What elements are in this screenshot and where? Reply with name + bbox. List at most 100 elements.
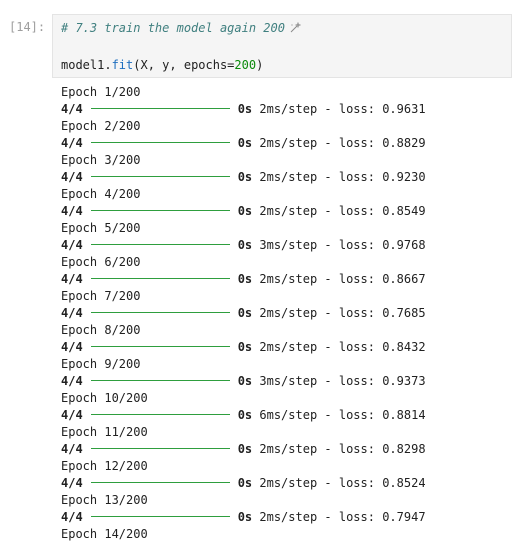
epoch-progress-line: 4/4 0s 2ms/step - loss: 0.8549	[61, 203, 511, 220]
progress-bar	[90, 516, 230, 517]
loss-value: - loss: 0.8549	[324, 204, 426, 218]
progress-bar	[90, 448, 230, 449]
loss-value: - loss: 0.9373	[324, 374, 426, 388]
code-line-fit: model1.fit(X, y, epochs=200)	[61, 58, 263, 72]
epoch-progress-line: 4/4 0s 2ms/step - loss: 0.8667	[61, 271, 511, 288]
step-rate: 2ms/step	[259, 340, 318, 354]
epoch-time: 0s	[237, 136, 253, 150]
step-count: 4/4	[61, 170, 83, 184]
code-close-paren: )	[256, 58, 264, 72]
notebook-cell: [14]: # 7.3 train the model again 200 mo…	[0, 0, 514, 542]
loss-value: - loss: 0.8829	[324, 136, 426, 150]
step-count: 4/4	[61, 374, 83, 388]
epoch-header: Epoch 13/200	[61, 493, 148, 507]
step-count: 4/4	[61, 306, 83, 320]
step-rate: 2ms/step	[259, 272, 318, 286]
step-count: 4/4	[61, 476, 83, 490]
epoch-time: 0s	[237, 306, 253, 320]
loss-value: - loss: 0.7947	[324, 510, 426, 524]
epoch-header: Epoch 9/200	[61, 357, 141, 371]
code-line-comment: # 7.3 train the model again 200	[61, 21, 301, 35]
step-count: 4/4	[61, 442, 83, 456]
epoch-time: 0s	[237, 408, 253, 422]
epoch-time: 0s	[237, 476, 253, 490]
loss-value: - loss: 0.8667	[324, 272, 426, 286]
step-rate: 2ms/step	[259, 476, 318, 490]
epoch-time: 0s	[237, 272, 253, 286]
epoch-progress-line: 4/4 0s 6ms/step - loss: 0.8814	[61, 407, 511, 424]
progress-bar	[90, 142, 230, 143]
epoch-header: Epoch 12/200	[61, 459, 148, 473]
epoch-time: 0s	[237, 238, 253, 252]
epoch-header: Epoch 7/200	[61, 289, 141, 303]
progress-bar	[90, 312, 230, 313]
progress-bar	[90, 176, 230, 177]
execution-count: [14]:	[9, 20, 46, 34]
epoch-time: 0s	[237, 374, 253, 388]
code-function: fit	[111, 58, 134, 72]
epoch-progress-line: 4/4 0s 3ms/step - loss: 0.9768	[61, 237, 511, 254]
step-rate: 2ms/step	[259, 306, 318, 320]
epoch-progress-line: 4/4 0s 2ms/step - loss: 0.7685	[61, 305, 511, 322]
progress-bar	[90, 414, 230, 415]
epoch-progress-line: 4/4 0s 2ms/step - loss: 0.9230	[61, 169, 511, 186]
progress-bar	[90, 278, 230, 279]
epoch-header: Epoch 14/200	[61, 527, 148, 541]
code-args: (X, y, epochs=	[133, 58, 235, 72]
step-rate: 3ms/step	[259, 374, 318, 388]
epoch-header: Epoch 6/200	[61, 255, 141, 269]
step-count: 4/4	[61, 102, 83, 116]
step-count: 4/4	[61, 238, 83, 252]
progress-bar	[90, 482, 230, 483]
progress-bar	[90, 108, 230, 109]
epoch-header: Epoch 1/200	[61, 85, 141, 99]
epoch-time: 0s	[237, 442, 253, 456]
step-rate: 2ms/step	[259, 170, 318, 184]
loss-value: - loss: 0.9230	[324, 170, 426, 184]
step-count: 4/4	[61, 340, 83, 354]
code-comment: # 7.3 train the model again 200	[61, 21, 285, 35]
epoch-header: Epoch 4/200	[61, 187, 141, 201]
epoch-header: Epoch 3/200	[61, 153, 141, 167]
step-count: 4/4	[61, 204, 83, 218]
epoch-progress-line: 4/4 0s 2ms/step - loss: 0.9631	[61, 101, 511, 118]
step-count: 4/4	[61, 408, 83, 422]
code-number: 200	[234, 58, 257, 72]
cell-output: Epoch 1/200 4/4 0s 2ms/step - loss: 0.9631…	[61, 84, 511, 542]
epoch-progress-line: 4/4 0s 2ms/step - loss: 0.8298	[61, 441, 511, 458]
epoch-progress-line: 4/4 0s 2ms/step - loss: 0.7947	[61, 509, 511, 526]
epoch-header: Epoch 2/200	[61, 119, 141, 133]
loss-value: - loss: 0.8524	[324, 476, 426, 490]
epoch-time: 0s	[237, 102, 253, 116]
loss-value: - loss: 0.8432	[324, 340, 426, 354]
loss-value: - loss: 0.9768	[324, 238, 426, 252]
loss-value: - loss: 0.8298	[324, 442, 426, 456]
loss-value: - loss: 0.7685	[324, 306, 426, 320]
epoch-header: Epoch 10/200	[61, 391, 148, 405]
epoch-time: 0s	[237, 170, 253, 184]
step-rate: 2ms/step	[259, 442, 318, 456]
step-rate: 6ms/step	[259, 408, 318, 422]
step-count: 4/4	[61, 272, 83, 286]
loss-value: - loss: 0.8814	[324, 408, 426, 422]
step-count: 4/4	[61, 510, 83, 524]
loss-value: - loss: 0.9631	[324, 102, 426, 116]
epoch-time: 0s	[237, 510, 253, 524]
epoch-header: Epoch 11/200	[61, 425, 148, 439]
progress-bar	[90, 210, 230, 211]
step-rate: 2ms/step	[259, 204, 318, 218]
step-rate: 2ms/step	[259, 102, 318, 116]
step-rate: 2ms/step	[259, 510, 318, 524]
epoch-progress-line: 4/4 0s 2ms/step - loss: 0.8524	[61, 475, 511, 492]
epoch-progress-line: 4/4 0s 2ms/step - loss: 0.8829	[61, 135, 511, 152]
sparkle-icon[interactable]	[289, 22, 301, 34]
epoch-progress-line: 4/4 0s 2ms/step - loss: 0.8432	[61, 339, 511, 356]
progress-bar	[90, 244, 230, 245]
epoch-progress-line: 4/4 0s 3ms/step - loss: 0.9373	[61, 373, 511, 390]
epoch-time: 0s	[237, 340, 253, 354]
code-editor[interactable]: # 7.3 train the model again 200 model1.f…	[52, 14, 512, 78]
code-object: model1.	[61, 58, 112, 72]
epoch-time: 0s	[237, 204, 253, 218]
progress-bar	[90, 346, 230, 347]
epoch-header: Epoch 8/200	[61, 323, 141, 337]
